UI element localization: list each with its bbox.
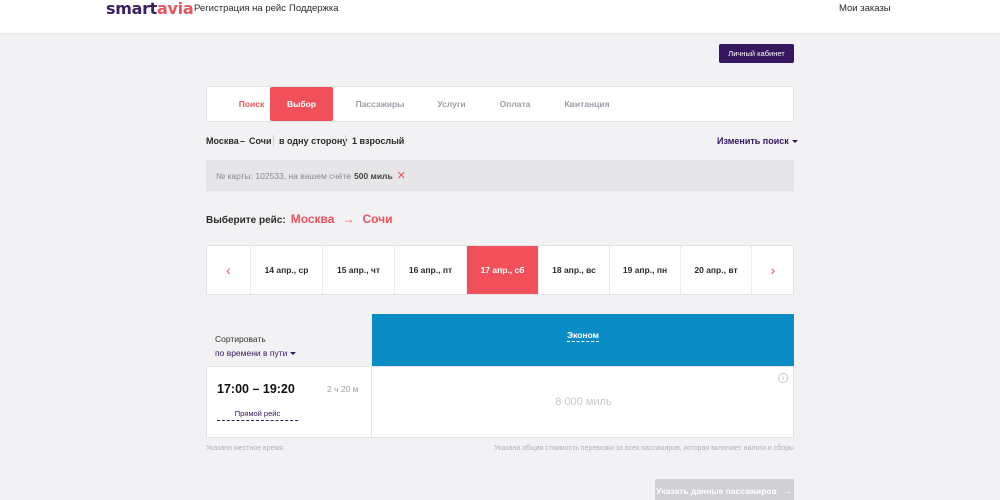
- chevron-down-icon: [290, 352, 297, 355]
- sort-dropdown[interactable]: по времени в пути: [215, 348, 297, 358]
- loyalty-card-info: № карты: 102533, на вашем счёте 500 миль…: [206, 160, 794, 191]
- date-option[interactable]: 18 апр., вс: [538, 246, 609, 294]
- date-option[interactable]: 14 апр., ср: [250, 246, 322, 294]
- total-price-note: Указана общая стоимость перевозки за все…: [494, 445, 794, 452]
- step-receipt: Квитанция: [564, 99, 610, 109]
- step-select: Выбор: [270, 87, 333, 121]
- date-selector: ‹ 14 апр., ср 15 апр., чт 16 апр., пт 17…: [206, 245, 794, 295]
- prev-dates-arrow-icon[interactable]: ‹: [207, 246, 250, 294]
- date-option[interactable]: 20 апр., вт: [680, 246, 751, 294]
- flight-duration: 2 ч 20 м: [327, 384, 359, 394]
- sort-panel: Сортировать по времени в пути: [206, 314, 372, 366]
- heading-city-from: Москва: [290, 212, 335, 226]
- trip-type: в одну сторону: [279, 136, 348, 146]
- step-passengers: Пассажиры: [355, 99, 405, 109]
- change-search-label: Изменить поиск: [717, 136, 789, 146]
- booking-steps: Поиск Выбор Пассажиры Услуги Оплата Квит…: [206, 86, 794, 122]
- sort-title: Сортировать: [215, 334, 266, 344]
- arrow-right-icon: →: [342, 212, 355, 226]
- flight-row: 17:00 – 19:20 2 ч 20 м Прямой рейс 8 000…: [206, 366, 794, 438]
- route-from: Москва: [206, 136, 239, 146]
- fare-class-header: Эконом: [372, 314, 794, 366]
- next-button-label: Указать данные пассажиров: [656, 486, 777, 496]
- direct-flight-link[interactable]: Прямой рейс: [217, 409, 298, 421]
- fare-price: 8 000 миль: [555, 396, 612, 408]
- enter-passenger-data-button[interactable]: Указать данные пассажиров →: [655, 479, 794, 500]
- info-icon[interactable]: i: [778, 373, 788, 383]
- step-search[interactable]: Поиск: [227, 87, 276, 121]
- route-separator: [273, 135, 274, 147]
- arrow-right-icon: →: [782, 485, 793, 497]
- fare-class-economy[interactable]: Эконом: [567, 330, 599, 342]
- date-option[interactable]: 19 апр., пн: [609, 246, 680, 294]
- change-search-button[interactable]: Изменить поиск: [717, 136, 798, 147]
- chevron-down-icon: [791, 140, 798, 143]
- route-dash: –: [240, 136, 246, 146]
- choose-flight-heading: Выберите рейс: Москва → Сочи: [206, 211, 393, 229]
- step-services: Услуги: [437, 99, 466, 109]
- personal-cabinet-button[interactable]: Личный кабинет: [719, 44, 794, 63]
- step-payment: Оплата: [499, 99, 531, 109]
- nav-support-link[interactable]: Поддержка: [289, 3, 339, 15]
- my-orders-link[interactable]: Мои заказы: [839, 3, 891, 15]
- logo-part-avia: avia: [157, 0, 194, 18]
- logo-part-smart: smart: [106, 0, 158, 18]
- date-option-selected[interactable]: 17 апр., сб: [466, 246, 538, 294]
- local-time-note: Указано местное время: [206, 445, 284, 452]
- fare-price-cell[interactable]: 8 000 миль i: [373, 367, 794, 437]
- top-bar: smartavia Регистрация на рейс Поддержка …: [0, 0, 1000, 33]
- flight-info: 17:00 – 19:20 2 ч 20 м Прямой рейс: [207, 367, 372, 437]
- date-option[interactable]: 16 апр., пт: [394, 246, 466, 294]
- sort-value-label: по времени в пути: [215, 348, 288, 358]
- smartavia-logo[interactable]: smartavia: [106, 0, 194, 18]
- choose-flight-label: Выберите рейс:: [206, 215, 286, 226]
- heading-city-to: Сочи: [362, 212, 393, 226]
- nav-checkin-link[interactable]: Регистрация на рейс: [194, 3, 286, 15]
- route-to: Сочи: [249, 136, 272, 146]
- card-miles-balance: 500 миль: [353, 170, 393, 181]
- close-icon[interactable]: ✕: [397, 170, 406, 181]
- date-option[interactable]: 15 апр., чт: [322, 246, 394, 294]
- card-info-text: № карты: 102533, на вашем счёте: [216, 170, 351, 181]
- next-dates-arrow-icon[interactable]: ›: [751, 246, 794, 294]
- trip-separator: [345, 135, 346, 147]
- flight-time: 17:00 – 19:20: [217, 382, 295, 396]
- passengers-count: 1 взрослый: [352, 136, 405, 146]
